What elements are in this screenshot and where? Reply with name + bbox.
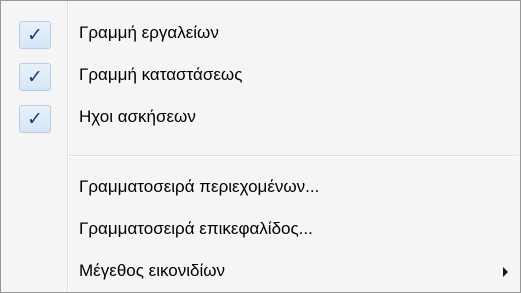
check-icon: ✓ [27, 24, 43, 46]
menu-item-label: Γραμματοσειρά περιεχομένων... [79, 177, 320, 196]
check-indicator: ✓ [19, 105, 51, 133]
check-indicator: ✓ [19, 63, 51, 91]
menu-item-status-bar[interactable]: ✓ Γραμμή καταστάσεως [3, 55, 518, 95]
check-indicator: ✓ [19, 21, 51, 49]
check-icon: ✓ [27, 66, 43, 88]
menu-item-label: Ηχοι ασκήσεων [79, 107, 196, 126]
menu-item-heading-font[interactable]: Γραμματοσειρά επικεφαλίδος... [3, 209, 518, 249]
menu-item-label: Γραμμή καταστάσεως [79, 65, 243, 84]
menu-item-icon-size[interactable]: Μέγεθος εικονιδίων [3, 251, 518, 291]
context-menu: ✓ Γραμμή εργαλείων ✓ Γραμμή καταστάσεως … [0, 0, 521, 293]
submenu-arrow-icon [503, 267, 508, 277]
menu-item-toolbar[interactable]: ✓ Γραμμή εργαλείων [3, 13, 518, 53]
menu-item-exercise-sounds[interactable]: ✓ Ηχοι ασκήσεων [3, 97, 518, 137]
check-icon: ✓ [27, 108, 43, 130]
menu-item-content-font[interactable]: Γραμματοσειρά περιεχομένων... [3, 167, 518, 207]
menu-separator-highlight [69, 156, 518, 157]
menu-item-label: Γραμματοσειρά επικεφαλίδος... [79, 219, 313, 238]
menu-item-label: Μέγεθος εικονιδίων [79, 261, 226, 280]
menu-item-label: Γραμμή εργαλείων [79, 23, 219, 42]
